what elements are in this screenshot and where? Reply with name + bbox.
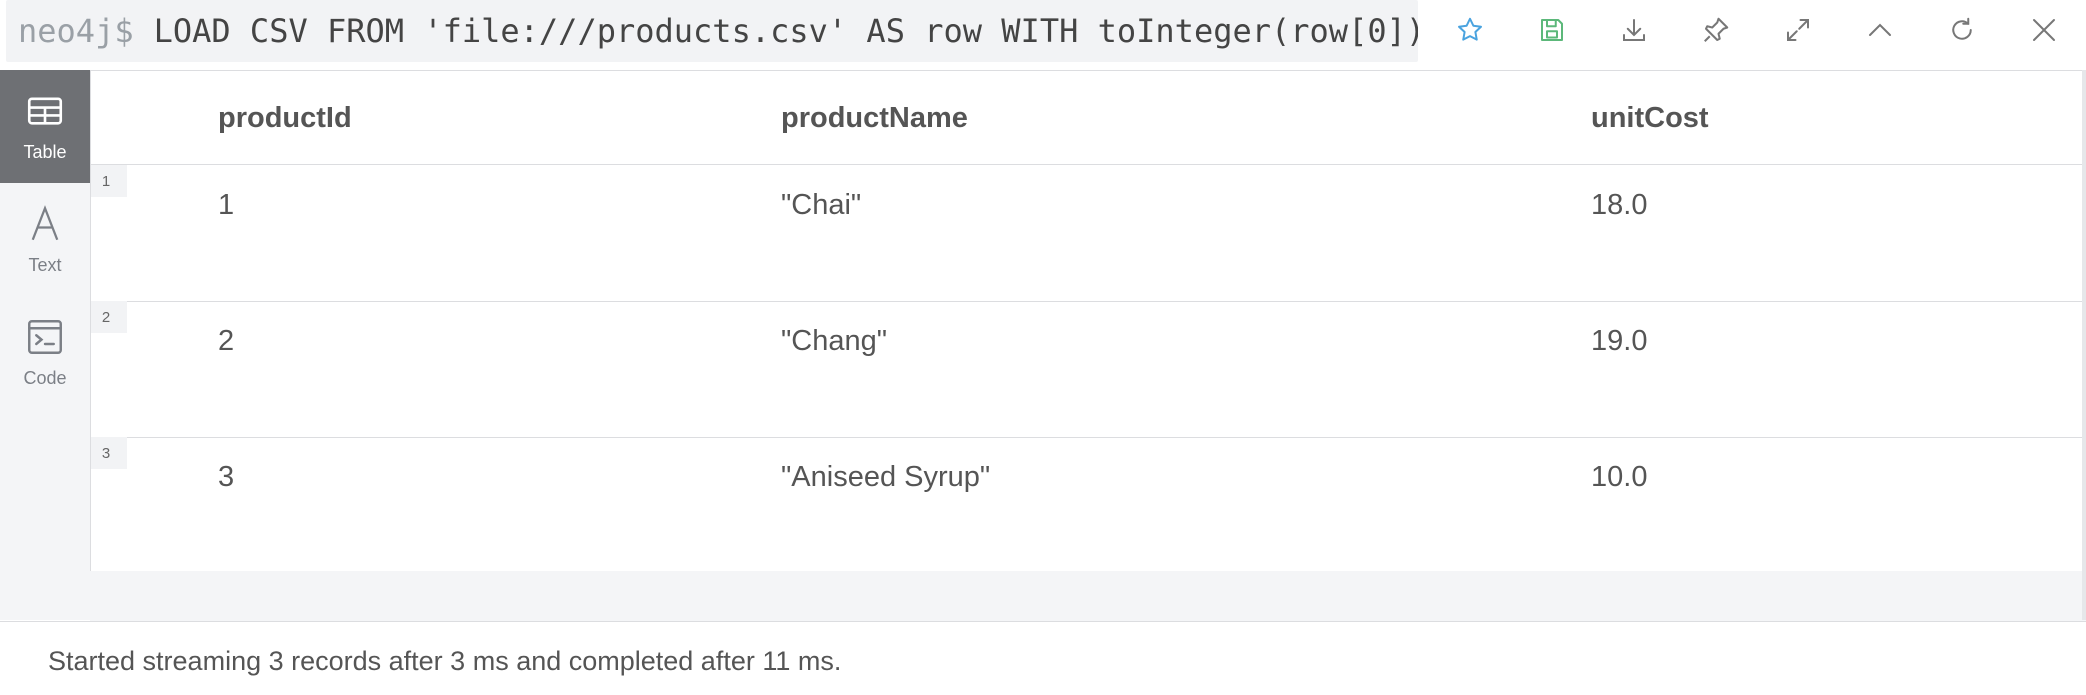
column-header-productid[interactable]: productId	[218, 102, 352, 135]
cell-unitcost: 10.0	[1591, 461, 1648, 493]
table-header: productId productName unitCost	[91, 71, 2083, 165]
cell-productid: 2	[218, 325, 235, 357]
row-number: 1	[91, 165, 127, 197]
expand-icon[interactable]	[1776, 8, 1820, 52]
cell-unitcost: 18.0	[1591, 189, 1648, 221]
table-row: 1 1 "Chai" 18.0	[91, 165, 2083, 302]
column-header-productname[interactable]: productName	[781, 102, 968, 135]
row-number: 3	[91, 437, 127, 469]
text-icon	[31, 205, 59, 241]
download-icon[interactable]	[1612, 8, 1656, 52]
view-code-button[interactable]: Code	[0, 296, 90, 409]
rerun-icon[interactable]	[1940, 8, 1984, 52]
view-text-button[interactable]: Text	[0, 183, 90, 296]
cell-productname: "Aniseed Syrup"	[781, 461, 991, 493]
table-row: 2 2 "Chang" 19.0	[91, 301, 2083, 438]
view-table-label: Table	[23, 142, 67, 162]
status-bar: Started streaming 3 records after 3 ms a…	[0, 621, 2086, 695]
results-table: productId productName unitCost 1 1 "Chai…	[90, 70, 2083, 572]
row-number: 2	[91, 301, 127, 333]
table-row: 3 3 "Aniseed Syrup" 10.0	[91, 437, 2083, 573]
query-editor[interactable]: neo4j$ LOAD CSV FROM 'file:///products.c…	[6, 0, 1418, 62]
code-icon	[28, 320, 62, 354]
cell-productid: 1	[218, 189, 235, 221]
cell-unitcost: 19.0	[1591, 325, 1648, 357]
star-icon[interactable]	[1448, 8, 1492, 52]
collapse-up-icon[interactable]	[1858, 8, 1902, 52]
cell-productname: "Chang"	[781, 325, 888, 357]
table-icon	[27, 97, 63, 125]
view-table-button[interactable]: Table	[0, 70, 90, 183]
query-text[interactable]: LOAD CSV FROM 'file:///products.csv' AS …	[154, 12, 1418, 50]
prompt-label: neo4j$	[18, 12, 134, 50]
view-switcher: Table Text Code	[0, 70, 90, 620]
column-header-unitcost[interactable]: unitCost	[1591, 102, 1709, 135]
save-icon[interactable]	[1530, 8, 1574, 52]
view-text-label: Text	[28, 255, 62, 275]
pin-icon[interactable]	[1694, 8, 1738, 52]
cell-productid: 3	[218, 461, 235, 493]
table-bottom-spacer	[90, 571, 2086, 621]
scrollbar-track[interactable]	[2082, 70, 2086, 620]
status-message: Started streaming 3 records after 3 ms a…	[48, 646, 842, 676]
cell-productname: "Chai"	[781, 189, 862, 221]
query-header: neo4j$ LOAD CSV FROM 'file:///products.c…	[0, 0, 2086, 70]
close-icon[interactable]	[2022, 8, 2066, 52]
view-code-label: Code	[23, 368, 67, 388]
